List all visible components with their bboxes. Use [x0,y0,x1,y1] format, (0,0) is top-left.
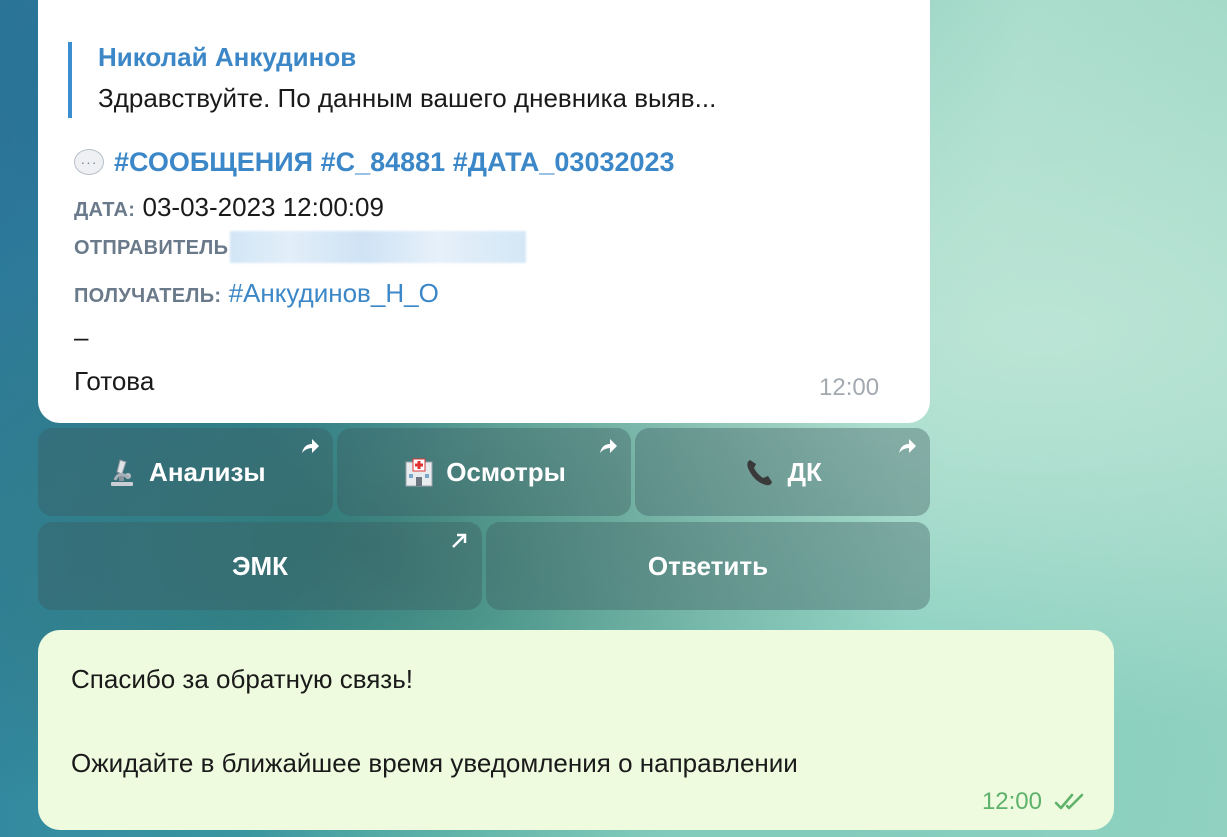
sender-field: ОТПРАВИТЕЛЬ [74,230,527,264]
recipient-field: ПОЛУЧАТЕЛЬ: #Анкудинов_Н_О [74,278,439,309]
reply-author[interactable]: Николай Анкудинов [98,42,356,73]
external-link-icon [452,533,467,548]
outgoing-meta: 12:00 [982,788,1088,816]
sender-redacted [230,231,527,264]
inline-keyboard-row-1: Анализы Осмотры ДК [38,428,931,516]
emk-button[interactable]: ЭМК [38,522,482,610]
hospital-icon [402,455,436,489]
speech-bubble-icon: ··· [74,149,104,175]
hashtag-line: ··· #СООБЩЕНИЯ #С_84881 #ДАТА_03032023 [74,142,675,182]
reply-text: Здравствуйте. По данным вашего дневника … [98,83,717,113]
analyses-button[interactable]: Анализы [38,428,333,516]
dk-label: ДК [787,456,822,487]
outgoing-text-line2: Ожидайте в ближайшее время уведомления о… [71,748,798,778]
analyses-label: Анализы [149,456,266,487]
date-field: ДАТА: 03-03-2023 12:00:09 [74,192,384,223]
examinations-label: Осмотры [446,456,566,487]
inline-keyboard-row-2: ЭМК Ответить [38,522,930,610]
reply-quote[interactable]: Николай Анкудинов Здравствуйте. По данны… [68,42,898,118]
forward-arrow-icon [600,439,618,453]
incoming-time: 12:00 [819,374,880,401]
telephone-icon [743,455,777,489]
outgoing-time: 12:00 [981,788,1042,815]
date-label: ДАТА: [74,199,136,221]
reply-label: Ответить [647,550,769,581]
forward-arrow-icon [899,439,917,453]
emk-label: ЭМК [231,550,289,581]
microscope-icon [105,455,139,489]
recipient-hashtag[interactable]: #Анкудинов_Н_О [229,278,439,308]
forward-arrow-icon [301,439,319,453]
outgoing-message-bubble: Спасибо за обратную связь! Ожидайте в бл… [38,630,1114,830]
separator: – [74,322,89,352]
outgoing-text-line1: Спасибо за обратную связь! [71,664,413,694]
recipient-label: ПОЛУЧАТЕЛЬ: [74,285,222,307]
dk-button[interactable]: ДК [635,428,931,516]
message-body: Готова [74,366,155,396]
double-check-icon [1054,793,1084,810]
examinations-button[interactable]: Осмотры [336,428,632,516]
sender-label: ОТПРАВИТЕЛЬ [74,237,229,259]
hashtags[interactable]: #СООБЩЕНИЯ #С_84881 #ДАТА_03032023 [114,147,675,178]
reply-button[interactable]: Ответить [486,522,930,610]
date-value: 03-03-2023 12:00:09 [142,192,384,222]
